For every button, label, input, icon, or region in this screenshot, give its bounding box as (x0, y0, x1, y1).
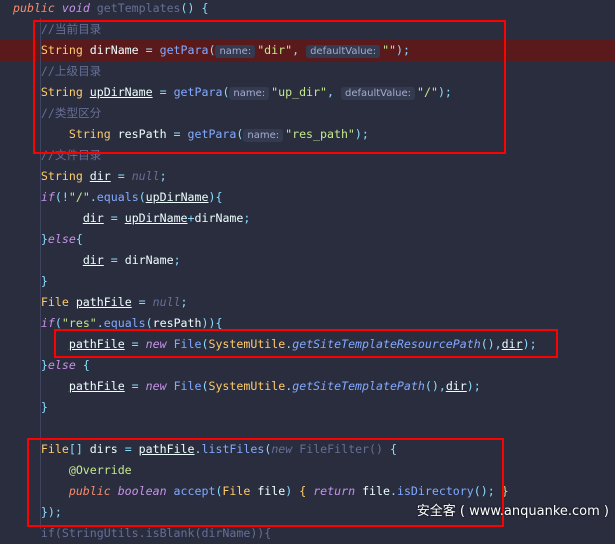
code-token: . (96, 316, 104, 330)
code-token: dirName (124, 253, 174, 267)
code-token: if (13, 190, 55, 204)
code-line[interactable]: public void getTemplates() { (13, 0, 615, 19)
code-token: () { (180, 1, 209, 15)
code-token: ){ (208, 190, 223, 204)
code-token: )){ (201, 316, 223, 330)
code-token: resPath (152, 316, 202, 330)
code-token: if (13, 316, 55, 330)
code-token: else (47, 232, 76, 246)
code-token: } (13, 400, 48, 414)
code-token: (! (54, 190, 69, 204)
code-token: dir (82, 211, 104, 225)
code-line[interactable]: if(!"/".equals(upDirName){ (13, 187, 615, 208)
code-line[interactable]: File pathFile = null; (13, 292, 615, 313)
code-token: = (103, 253, 125, 267)
code-token: pathFile (68, 379, 125, 393)
code-token: void (61, 1, 97, 15)
code-token: upDirName (124, 211, 188, 225)
code-token: pathFile (75, 295, 132, 309)
code-token: (), (424, 379, 446, 393)
code-line[interactable]: }else{ (13, 229, 615, 250)
code-token: File (13, 295, 76, 309)
code-token: = (131, 295, 153, 309)
code-token: String (13, 169, 90, 183)
code-token: "/" (68, 190, 90, 204)
code-line[interactable]: String dir = null; (13, 166, 615, 187)
code-token: . (89, 190, 97, 204)
code-line[interactable]: dir = dirName; (13, 250, 615, 271)
code-token: File (173, 379, 202, 393)
code-token: ; (180, 295, 188, 309)
code-token: "res" (61, 316, 97, 330)
code-token: } (13, 274, 48, 288)
code-token: equals (103, 316, 146, 330)
code-token: = (103, 211, 125, 225)
code-token: SystemUtile (208, 379, 286, 393)
code-token: else (47, 358, 83, 372)
code-line[interactable]: }else { (13, 355, 615, 376)
code-token: dir (82, 253, 104, 267)
code-token: new (145, 379, 174, 393)
highlight-box-resource-path (54, 329, 558, 358)
watermark: 安全客 ( www.anquanke.com ) (416, 504, 609, 519)
code-token: if(StringUtils.isBlank(dirName)){ (13, 526, 272, 540)
code-token: { (82, 358, 90, 372)
code-token: } (13, 358, 48, 372)
code-token: + (187, 211, 195, 225)
code-token: { (75, 232, 83, 246)
code-token: ( (145, 316, 153, 330)
code-token: public (13, 1, 62, 15)
code-line[interactable]: } (13, 271, 615, 292)
code-token: dir (89, 169, 111, 183)
code-token: ; (159, 169, 167, 183)
code-token: dir (445, 379, 467, 393)
code-token: ( (54, 316, 62, 330)
code-line[interactable] (13, 418, 615, 439)
code-token: equals (96, 190, 139, 204)
code-token: dirName (194, 211, 244, 225)
code-line[interactable]: } (13, 397, 615, 418)
code-token: null (131, 169, 160, 183)
code-token: getSiteTemplatePath (292, 379, 425, 393)
code-token: null (152, 295, 181, 309)
code-token: = (124, 379, 146, 393)
code-token: } (13, 232, 48, 246)
code-token: ( (138, 190, 146, 204)
highlight-box-params (33, 20, 506, 154)
code-line[interactable]: dir = upDirName+dirName; (13, 208, 615, 229)
code-token: upDirName (145, 190, 209, 204)
code-token: getTemplates (96, 1, 181, 15)
code-token: = (110, 169, 132, 183)
code-token: ); (466, 379, 481, 393)
code-token: ; (243, 211, 251, 225)
code-token: ; (173, 253, 181, 267)
code-line[interactable]: pathFile = new File(SystemUtile.getSiteT… (13, 376, 615, 397)
